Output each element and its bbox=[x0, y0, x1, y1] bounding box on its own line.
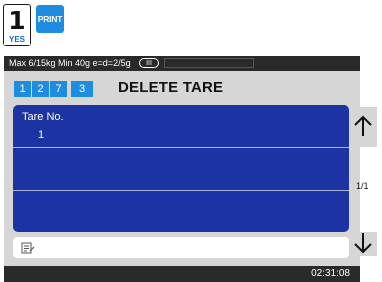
scroll-down-button[interactable] bbox=[349, 232, 377, 256]
arrow-down-icon bbox=[354, 233, 372, 254]
status-bar: Max 6/15kg Min 40g e=d=2/5g III bbox=[4, 56, 360, 71]
accuracy-class-badge: III bbox=[139, 58, 159, 68]
input-field[interactable] bbox=[13, 237, 349, 258]
yes-key-number: 1 bbox=[8, 6, 26, 35]
keyboard-icon[interactable] bbox=[21, 241, 35, 259]
list-item-value: 1 bbox=[38, 129, 45, 141]
page-title: DELETE TARE bbox=[118, 79, 224, 96]
menu-code-digit: 7 bbox=[50, 81, 67, 97]
scale-screen: Max 6/15kg Min 40g e=d=2/5g III 1 2 7 3 … bbox=[4, 56, 360, 282]
print-key-icon[interactable]: PRINT bbox=[36, 5, 64, 33]
list-item[interactable]: Tare No. 1 bbox=[13, 105, 349, 148]
list-item[interactable] bbox=[13, 148, 349, 191]
menu-code-digit: 3 bbox=[71, 81, 93, 97]
scroll-up-button[interactable] bbox=[349, 107, 377, 147]
menu-code: 1 2 7 3 bbox=[14, 81, 93, 97]
menu-code-digit: 1 bbox=[14, 81, 31, 97]
list-item[interactable] bbox=[13, 191, 349, 232]
scale-spec-text: Max 6/15kg Min 40g e=d=2/5g bbox=[9, 58, 131, 68]
tare-list: Tare No. 1 bbox=[13, 105, 349, 232]
yes-key-label: YES bbox=[4, 34, 30, 45]
menu-code-digit: 2 bbox=[32, 81, 49, 97]
status-empty-field bbox=[164, 58, 254, 68]
arrow-up-icon bbox=[354, 115, 372, 136]
list-item-label: Tare No. bbox=[22, 111, 64, 123]
clock-time: 02:31:08 bbox=[311, 268, 350, 279]
yes-key-icon[interactable]: 1 YES bbox=[3, 4, 31, 46]
page-indicator: 1/1 bbox=[356, 181, 369, 191]
bottom-status-bar: 02:31:08 bbox=[4, 266, 360, 282]
